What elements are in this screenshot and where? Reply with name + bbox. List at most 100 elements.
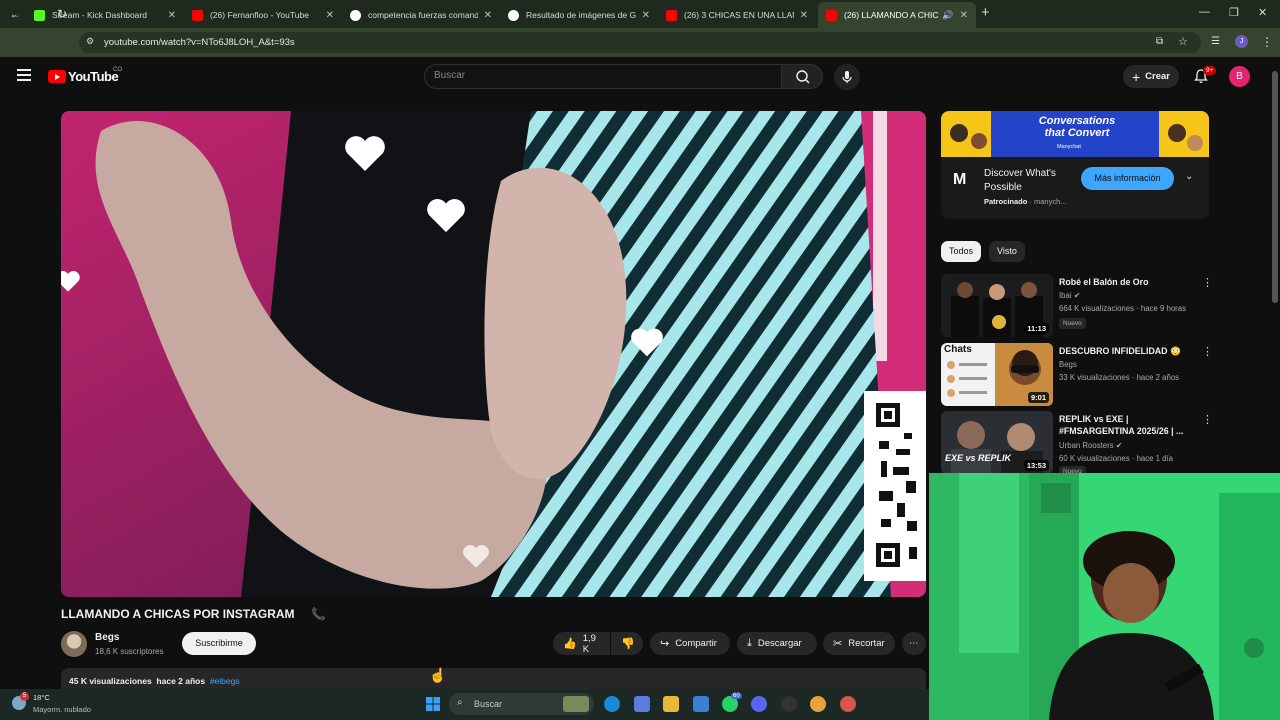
dislike-button[interactable]: 👎: [611, 632, 643, 655]
recommendation-channel[interactable]: Urban Roosters ✔: [1059, 441, 1122, 450]
minimize-icon[interactable]: —: [1199, 6, 1210, 18]
create-button[interactable]: + Crear: [1123, 65, 1179, 88]
tab-title: (26) 3 CHICAS EN UNA LLAMA: [684, 10, 794, 20]
video-title: LLAMANDO A CHICAS POR INSTAGRAM: [61, 607, 295, 621]
browser-tab-active[interactable]: (26) LLAMANDO A CHICAS 🔊 ✕: [818, 2, 976, 28]
profile-avatar[interactable]: J: [1235, 35, 1248, 48]
chrome-icon[interactable]: [810, 696, 826, 712]
chevron-down-icon[interactable]: ⌄: [1185, 171, 1193, 182]
close-tab-icon[interactable]: ✕: [326, 10, 334, 21]
ad-title[interactable]: Discover What's Possible: [984, 167, 1076, 195]
url-text[interactable]: youtube.com/watch?v=NTo6J8LOH_A&t=93s: [104, 37, 295, 48]
ad-banner-headline-1: Conversations: [1038, 115, 1116, 127]
obs-icon[interactable]: [751, 696, 767, 712]
channel-avatar[interactable]: [61, 631, 87, 657]
windows-start-icon[interactable]: [425, 696, 441, 712]
edge-icon[interactable]: [604, 696, 620, 712]
subscribe-button[interactable]: Suscribirme: [182, 632, 256, 655]
app-icon[interactable]: [781, 696, 797, 712]
site-info-icon[interactable]: ⚙: [86, 36, 94, 47]
sponsored-label: Patrocinado: [984, 197, 1028, 206]
heart-icon: [631, 328, 663, 357]
browser-tab[interactable]: Stream - Kick Dashboard ✕: [26, 2, 184, 28]
close-tab-icon[interactable]: ✕: [484, 10, 492, 21]
search-button[interactable]: [781, 64, 823, 89]
recommendation-thumbnail[interactable]: 11:13: [941, 274, 1053, 337]
more-vertical-icon[interactable]: ⋮: [1202, 276, 1213, 289]
scrollbar-thumb[interactable]: [1272, 71, 1278, 303]
view-stats: 45 K visualizaciones hace 2 años #elbegs: [69, 676, 240, 686]
clip-label: Recortar: [848, 638, 885, 649]
video-duration: 13:53: [1023, 460, 1049, 471]
store-icon[interactable]: [693, 696, 709, 712]
chip-all[interactable]: Todos: [941, 241, 982, 262]
search-icon: [796, 70, 810, 84]
restore-icon[interactable]: ❐: [1229, 6, 1239, 19]
close-window-icon[interactable]: ✕: [1258, 6, 1267, 19]
recommendation-title[interactable]: DESCUBRO INFIDELIDAD 😳: [1059, 345, 1194, 357]
search-input[interactable]: [424, 64, 782, 89]
country-code: CO: [113, 67, 122, 73]
browser-tab[interactable]: (26) 3 CHICAS EN UNA LLAMA ✕: [658, 2, 816, 28]
clip-button[interactable]: ✂ Recortar: [823, 632, 895, 655]
chip-watched[interactable]: Visto: [989, 241, 1025, 262]
like-button[interactable]: 👍 1,9 K: [553, 632, 610, 655]
search-highlight-icon[interactable]: [563, 696, 589, 712]
recommendation-channel[interactable]: Ibai ✔: [1059, 291, 1080, 300]
advertiser-name: manych...: [1034, 197, 1067, 206]
weather-temperature[interactable]: 18°C: [33, 693, 50, 702]
recommendation-title[interactable]: Robé el Balón de Oro: [1059, 276, 1194, 288]
recommendation-thumbnail[interactable]: EXE vs REPLIK 13:53: [941, 411, 1053, 474]
browser-tab[interactable]: competencia fuerzas comando ✕: [342, 2, 500, 28]
thumbs-down-icon: 👎: [621, 638, 635, 650]
recommendation-thumbnail[interactable]: Chats 9:01: [941, 343, 1053, 406]
ad-banner-image[interactable]: Conversations that Convert Manychat: [941, 111, 1209, 157]
close-tab-icon[interactable]: ✕: [168, 10, 176, 21]
youtube-wordmark: YouTube: [68, 69, 119, 84]
recommendation-channel[interactable]: Begs: [1059, 360, 1077, 369]
tab-title: Stream - Kick Dashboard: [52, 10, 147, 20]
voice-search-button[interactable]: [834, 64, 860, 90]
install-app-icon[interactable]: ⧉: [1156, 36, 1163, 47]
manychat-logo-icon: M: [953, 171, 967, 188]
close-tab-icon[interactable]: ✕: [800, 10, 808, 21]
new-tab-button[interactable]: +: [981, 4, 990, 21]
extensions-icon[interactable]: ☰: [1211, 36, 1220, 47]
share-icon: ↪: [660, 638, 670, 650]
hamburger-menu-icon[interactable]: [17, 69, 31, 81]
more-vertical-icon[interactable]: ⋮: [1202, 413, 1213, 426]
browser-menu-icon[interactable]: ⋮: [1261, 35, 1273, 49]
browser-tab[interactable]: (26) Fernanfloo - YouTube ✕: [184, 2, 342, 28]
file-explorer-icon[interactable]: [663, 696, 679, 712]
browser-tab[interactable]: Resultado de imágenes de Goo ✕: [500, 2, 658, 28]
hand-cursor-icon: ☝: [429, 667, 447, 683]
more-actions-button[interactable]: ⋯: [902, 632, 926, 655]
bookmark-star-icon[interactable]: ☆: [1178, 35, 1188, 48]
forward-icon[interactable]: →: [33, 7, 45, 21]
scissors-icon: ✂: [833, 638, 843, 650]
chrome-profile-icon[interactable]: [840, 696, 856, 712]
thumbs-up-icon: 👍: [563, 638, 577, 650]
share-label: Compartir: [675, 638, 717, 649]
upload-age: hace 2 años: [156, 676, 206, 686]
close-tab-icon[interactable]: ✕: [960, 10, 968, 21]
download-button[interactable]: ⤓ Descargar: [737, 632, 817, 655]
recommendation-title[interactable]: REPLIK vs EXE | #FMSARGENTINA 2025/26 | …: [1059, 413, 1194, 437]
channel-name[interactable]: Begs: [95, 632, 119, 643]
video-player[interactable]: [61, 111, 926, 597]
ad-more-info-button[interactable]: Más información: [1081, 167, 1174, 190]
weather-description[interactable]: Mayorm. nublado: [33, 705, 91, 714]
back-icon[interactable]: ←: [9, 7, 21, 21]
speaker-icon[interactable]: 🔊: [942, 10, 953, 21]
share-button[interactable]: ↪ Compartir: [650, 632, 730, 655]
new-badge: Nuevo: [1059, 318, 1086, 329]
more-vertical-icon[interactable]: ⋮: [1202, 345, 1213, 358]
youtube-logo[interactable]: YouTube: [48, 69, 119, 84]
download-label: Descargar: [757, 638, 802, 649]
webcam-overlay: [929, 473, 1280, 720]
account-avatar[interactable]: B: [1229, 66, 1250, 87]
copilot-icon[interactable]: [634, 696, 650, 712]
hashtag-link[interactable]: #elbegs: [210, 676, 240, 686]
close-tab-icon[interactable]: ✕: [642, 10, 650, 21]
reload-icon[interactable]: ↻: [57, 7, 67, 21]
